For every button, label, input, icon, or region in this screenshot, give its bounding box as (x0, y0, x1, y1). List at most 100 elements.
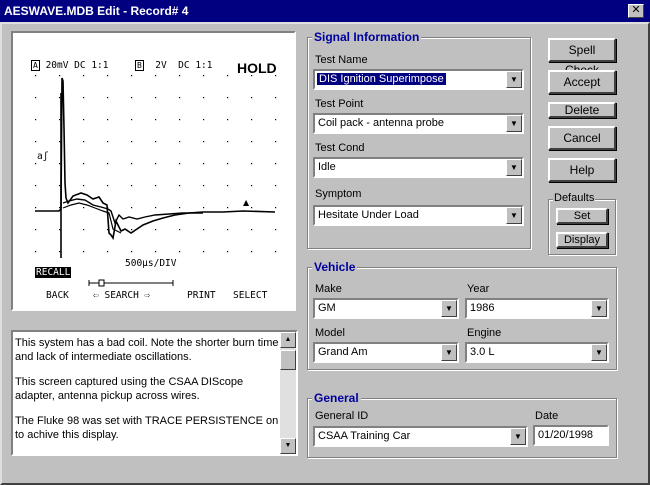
date-value: 01/20/1998 (538, 429, 594, 441)
engine-select[interactable]: 3.0 L ▼ (465, 342, 609, 363)
dropdown-arrow-icon[interactable]: ▼ (510, 428, 526, 445)
grid-dot (83, 251, 85, 253)
spell-check-button[interactable]: Spell Check (548, 38, 616, 77)
grid-dot (275, 97, 277, 99)
grid-dot (179, 251, 181, 253)
grid-dot (107, 75, 109, 77)
test-point-value: Coil pack - antenna probe (318, 117, 444, 129)
grid-dot (35, 97, 37, 99)
grid-dot (107, 185, 109, 187)
grid-dot (131, 207, 133, 209)
year-value: 1986 (470, 302, 495, 314)
dropdown-arrow-icon[interactable]: ▼ (506, 115, 522, 132)
notes-paragraph: This system has a bad coil. Note the sho… (15, 337, 279, 363)
dropdown-arrow-icon[interactable]: ▼ (591, 300, 607, 317)
grid-dot (107, 97, 109, 99)
grid-dot (83, 97, 85, 99)
close-button[interactable]: ✕ (628, 4, 644, 18)
defaults-set-label: Set (573, 210, 591, 222)
date-label: Date (535, 410, 559, 422)
grid-dot (179, 229, 181, 231)
make-select[interactable]: GM ▼ (313, 298, 459, 319)
make-label: Make (315, 283, 342, 295)
help-button[interactable]: Help (548, 158, 616, 182)
scroll-up-button[interactable]: ▲ (280, 332, 296, 348)
general-id-select[interactable]: CSAA Training Car ▼ (313, 426, 528, 447)
trigger-marker: aʃ (37, 151, 49, 162)
grid-dot (35, 163, 37, 165)
grid-dot (59, 75, 61, 77)
grid-dot (155, 251, 157, 253)
scroll-down-button[interactable]: ▼ (280, 438, 296, 454)
notes-textarea[interactable]: This system has a bad coil. Note the sho… (11, 330, 298, 456)
grid-dot (35, 119, 37, 121)
grid-dot (59, 119, 61, 121)
dropdown-arrow-icon[interactable]: ▼ (506, 71, 522, 88)
grid-dot (275, 251, 277, 253)
grid-dot (83, 75, 85, 77)
grid-dot (155, 229, 157, 231)
grid-dot (131, 229, 133, 231)
grid-dot (131, 97, 133, 99)
dropdown-arrow-icon[interactable]: ▼ (591, 344, 607, 361)
recall-label: RECALL (35, 267, 72, 278)
test-name-select[interactable]: DIS Ignition Superimpose ▼ (313, 69, 524, 90)
grid-dot (59, 251, 61, 253)
cancel-button[interactable]: Cancel (548, 126, 616, 150)
defaults-display-button[interactable]: Display (556, 232, 608, 248)
test-cond-value: Idle (318, 161, 336, 173)
grid-dot (155, 141, 157, 143)
dropdown-arrow-icon[interactable]: ▼ (441, 300, 457, 317)
grid-dot (251, 141, 253, 143)
grid-dot (203, 119, 205, 121)
model-select[interactable]: Grand Am ▼ (313, 342, 459, 363)
defaults-display-label: Display (563, 234, 601, 246)
notes-paragraph: This screen captured using the CSAA DISc… (15, 376, 244, 402)
cancel-label: Cancel (563, 131, 601, 145)
grid-dot (251, 163, 253, 165)
grid-dot (155, 207, 157, 209)
window-title: AESWAVE.MDB Edit - Record# 4 (0, 0, 650, 22)
dropdown-arrow-icon[interactable]: ▼ (506, 159, 522, 176)
notes-scrollbar[interactable]: ▲ ▼ (280, 332, 296, 454)
svg-text:▲: ▲ (243, 198, 250, 207)
grid-dot (275, 119, 277, 121)
grid-dot (179, 141, 181, 143)
scroll-thumb[interactable] (280, 350, 296, 370)
test-point-select[interactable]: Coil pack - antenna probe ▼ (313, 113, 524, 134)
grid-dot (59, 163, 61, 165)
delete-button[interactable]: Delete (548, 102, 616, 118)
grid-dot (179, 185, 181, 187)
defaults-set-button[interactable]: Set (556, 208, 608, 224)
softkey-search: ⇦ SEARCH ⇨ (93, 290, 151, 301)
grid-dot (275, 141, 277, 143)
grid-dot (227, 141, 229, 143)
grid-dot (179, 119, 181, 121)
grid-dot (83, 229, 85, 231)
vehicle-title: Vehicle (312, 260, 358, 274)
symptom-select[interactable]: Hesitate Under Load ▼ (313, 205, 524, 226)
grid-dot (83, 163, 85, 165)
grid-dot (251, 185, 253, 187)
date-input[interactable]: 01/20/1998 (533, 425, 609, 446)
dropdown-arrow-icon[interactable]: ▼ (441, 344, 457, 361)
grid-dot (275, 163, 277, 165)
grid-dot (35, 229, 37, 231)
grid-dot (251, 119, 253, 121)
general-id-value: CSAA Training Car (318, 430, 411, 442)
test-cond-select[interactable]: Idle ▼ (313, 157, 524, 178)
dropdown-arrow-icon[interactable]: ▼ (506, 207, 522, 224)
grid-dot (203, 229, 205, 231)
grid-dot (203, 141, 205, 143)
grid-dot (227, 185, 229, 187)
grid-dot (131, 75, 133, 77)
grid-dot (59, 141, 61, 143)
grid-dot (107, 251, 109, 253)
grid-dot (155, 119, 157, 121)
accept-button[interactable]: Accept (548, 70, 616, 94)
grid-dot (107, 141, 109, 143)
grid-dot (131, 251, 133, 253)
grid-dot (107, 119, 109, 121)
year-select[interactable]: 1986 ▼ (465, 298, 609, 319)
test-cond-label: Test Cond (315, 142, 365, 154)
